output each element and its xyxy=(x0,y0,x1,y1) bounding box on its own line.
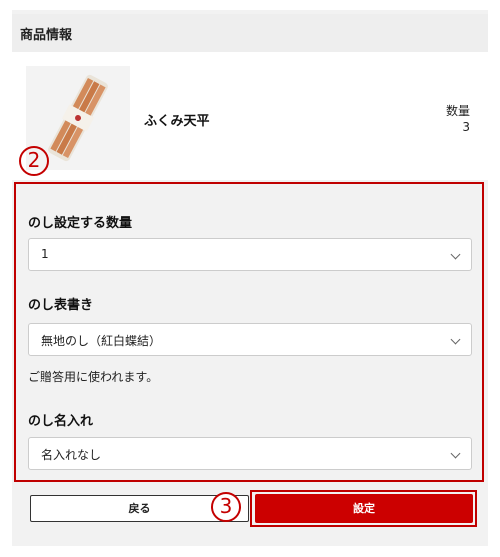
noshi-omote-note: ご贈答用に使われます。 xyxy=(28,370,159,384)
noshi-omote-value: 無地のし（紅白蝶結） xyxy=(41,334,162,348)
set-button[interactable]: 設定 xyxy=(255,494,473,523)
quantity-value: 3 xyxy=(462,120,470,134)
section-header xyxy=(12,14,488,52)
noshi-omote-select[interactable]: 無地のし（紅白蝶結） xyxy=(28,323,472,356)
annotation-marker-3: 3 xyxy=(211,492,241,522)
noshi-omote-label: のし表書き xyxy=(28,298,94,313)
noshi-quantity-select[interactable]: 1 xyxy=(28,238,472,271)
noshi-quantity-value: 1 xyxy=(41,247,49,261)
section-title: 商品情報 xyxy=(20,28,73,43)
chevron-down-icon xyxy=(450,249,461,260)
noshi-quantity-label: のし設定する数量 xyxy=(28,216,133,231)
chevron-down-icon xyxy=(450,334,461,345)
noshi-name-select[interactable]: 名入れなし xyxy=(28,437,472,470)
annotation-marker-2: 2 xyxy=(19,146,49,176)
noshi-name-label: のし名入れ xyxy=(28,414,94,429)
chevron-down-icon xyxy=(450,448,461,459)
noshi-name-value: 名入れなし xyxy=(41,448,102,462)
quantity-label: 数量 xyxy=(445,104,470,118)
product-name: ふくみ天平 xyxy=(144,114,210,129)
